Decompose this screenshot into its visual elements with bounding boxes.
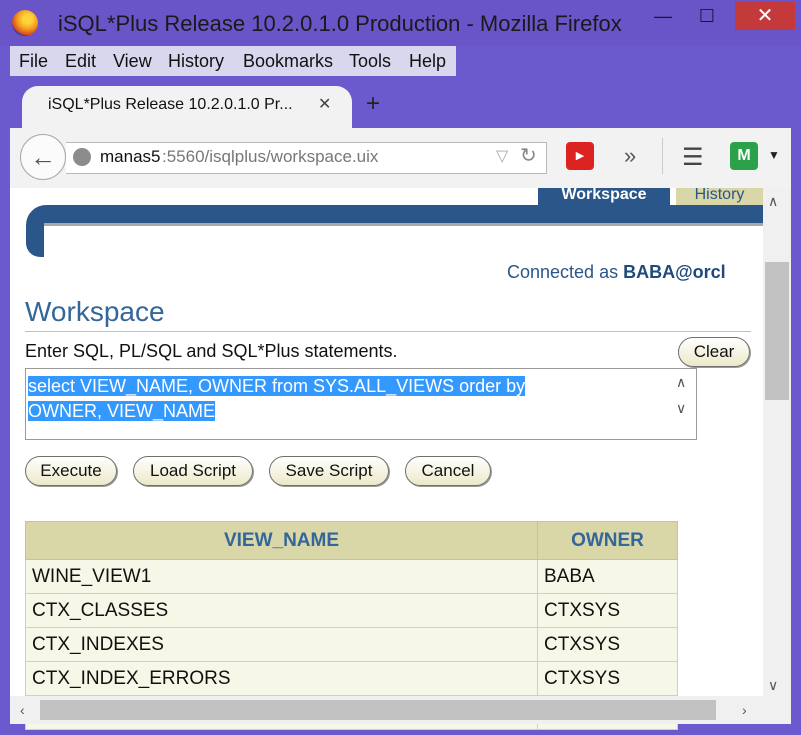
menubar: File Edit View History Bookmarks Tools H… bbox=[10, 46, 456, 76]
load-script-button[interactable]: Load Script bbox=[133, 456, 253, 486]
scroll-up-icon[interactable]: ∧ bbox=[676, 374, 686, 391]
mcafee-icon[interactable]: M bbox=[730, 142, 758, 170]
minimize-button[interactable]: — bbox=[641, 2, 685, 30]
close-window-button[interactable]: ✕ bbox=[735, 2, 795, 30]
title-divider bbox=[25, 331, 751, 332]
menu-view[interactable]: View bbox=[113, 51, 152, 72]
url-host: manas5 bbox=[100, 147, 161, 166]
table-header-row: VIEW_NAME OWNER bbox=[25, 521, 678, 560]
back-arrow-icon[interactable]: ← bbox=[20, 134, 66, 180]
overflow-icon[interactable]: » bbox=[624, 143, 636, 169]
menu-help[interactable]: Help bbox=[409, 51, 446, 72]
table-row: CTX_INDEXES CTXSYS bbox=[25, 627, 678, 662]
header-band-rule bbox=[44, 223, 763, 256]
connected-label: Connected as bbox=[507, 262, 624, 282]
cell-view-name: CTX_CLASSES bbox=[25, 593, 538, 628]
clear-button[interactable]: Clear bbox=[678, 337, 750, 367]
cell-view-name: WINE_VIEW1 bbox=[25, 559, 538, 594]
cancel-button[interactable]: Cancel bbox=[405, 456, 491, 486]
maximize-button[interactable]: ☐ bbox=[685, 2, 729, 30]
horizontal-scrollbar-thumb[interactable] bbox=[40, 700, 716, 720]
youtube-icon[interactable]: ▶ bbox=[566, 142, 594, 170]
scroll-down-arrow-icon[interactable]: ∨ bbox=[768, 677, 778, 694]
new-tab-icon[interactable]: + bbox=[366, 90, 380, 118]
tab-close-icon[interactable]: ✕ bbox=[318, 94, 331, 114]
menu-tools[interactable]: Tools bbox=[349, 51, 391, 72]
column-header-owner: OWNER bbox=[537, 521, 678, 560]
cell-owner: BABA bbox=[537, 559, 678, 594]
cell-view-name: CTX_INDEXES bbox=[25, 627, 538, 662]
page-title: Workspace bbox=[25, 296, 165, 327]
table-row: CTX_INDEX_ERRORS CTXSYS bbox=[25, 661, 678, 696]
menu-history[interactable]: History bbox=[168, 51, 224, 72]
toolbar-separator bbox=[662, 138, 663, 174]
browser-tab-title: iSQL*Plus Release 10.2.0.1.0 Pr... bbox=[48, 96, 293, 113]
table-row: CTX_CLASSES CTXSYS bbox=[25, 593, 678, 628]
reload-icon[interactable]: ↻ bbox=[520, 143, 537, 168]
column-header-view-name: VIEW_NAME bbox=[25, 521, 538, 560]
cell-owner: CTXSYS bbox=[537, 593, 678, 628]
chevron-down-icon[interactable]: ▼ bbox=[768, 148, 780, 162]
url-dropdown-icon[interactable]: ▽ bbox=[496, 146, 508, 166]
vertical-scrollbar-thumb[interactable] bbox=[765, 262, 789, 400]
menu-icon[interactable]: ☰ bbox=[682, 143, 704, 172]
connected-user: BABA@orcl bbox=[623, 262, 726, 282]
scroll-left-arrow-icon[interactable]: ‹ bbox=[20, 702, 25, 718]
sql-line-1: select VIEW_NAME, OWNER from SYS.ALL_VIE… bbox=[28, 376, 526, 396]
menu-bookmarks[interactable]: Bookmarks bbox=[243, 51, 333, 72]
scroll-down-icon[interactable]: ∨ bbox=[676, 400, 686, 417]
cell-owner: CTXSYS bbox=[537, 627, 678, 662]
tab-workspace[interactable]: Workspace bbox=[538, 188, 670, 205]
save-script-button[interactable]: Save Script bbox=[269, 456, 389, 486]
scroll-right-arrow-icon[interactable]: › bbox=[742, 702, 747, 718]
scroll-up-arrow-icon[interactable]: ∧ bbox=[768, 193, 778, 210]
cell-owner: CTXSYS bbox=[537, 661, 678, 696]
connection-status: Connected as BABA@orcl bbox=[507, 262, 726, 283]
cell-view-name: CTX_INDEX_ERRORS bbox=[25, 661, 538, 696]
table-row: WINE_VIEW1 BABA bbox=[25, 559, 678, 594]
menu-file[interactable]: File bbox=[19, 51, 48, 72]
window-title: iSQL*Plus Release 10.2.0.1.0 Production … bbox=[58, 11, 622, 36]
sql-line-2: OWNER, VIEW_NAME bbox=[28, 401, 216, 421]
scrollbar-corner bbox=[763, 696, 791, 724]
menu-edit[interactable]: Edit bbox=[65, 51, 96, 72]
tab-history[interactable]: History bbox=[676, 188, 763, 205]
sql-text[interactable]: select VIEW_NAME, OWNER from SYS.ALL_VIE… bbox=[28, 374, 668, 424]
globe-icon[interactable] bbox=[73, 148, 91, 166]
url-path: :5560/isqlplus/workspace.uix bbox=[162, 147, 379, 166]
instruction-text: Enter SQL, PL/SQL and SQL*Plus statement… bbox=[25, 341, 398, 361]
firefox-logo-icon bbox=[12, 10, 38, 36]
execute-button[interactable]: Execute bbox=[25, 456, 117, 486]
